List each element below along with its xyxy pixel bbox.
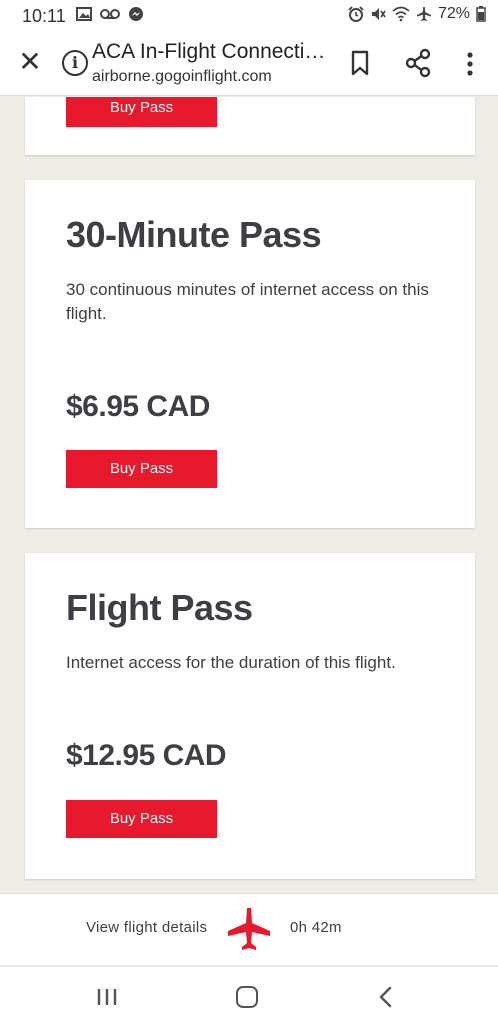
battery-percent: 72% bbox=[437, 5, 470, 22]
more-options-icon[interactable] bbox=[460, 50, 480, 78]
back-icon[interactable] bbox=[376, 985, 396, 1009]
system-navigation-bar bbox=[0, 966, 498, 1024]
pass-card-partial: Buy Pass bbox=[25, 97, 475, 155]
pass-price: $12.95 CAD bbox=[66, 739, 227, 772]
recent-apps-icon[interactable] bbox=[96, 987, 118, 1007]
voicemail-icon bbox=[100, 9, 120, 19]
pass-list[interactable]: Buy Pass 30-Minute Pass 30 continuous mi… bbox=[0, 97, 498, 893]
status-bar: 10:11 72% bbox=[0, 0, 498, 32]
alarm-icon bbox=[348, 6, 364, 22]
pass-price: $6.95 CAD bbox=[66, 390, 210, 423]
pass-description: Internet access for the duration of this… bbox=[66, 653, 396, 672]
flight-remaining-time: 0h 42m bbox=[290, 919, 342, 936]
bookmark-icon[interactable] bbox=[350, 50, 370, 76]
airplane-mode-icon bbox=[416, 7, 431, 21]
pass-title: Flight Pass bbox=[66, 587, 253, 628]
browser-toolbar: ✕ i ACA In-Flight Connecti… airborne.gog… bbox=[0, 32, 498, 96]
info-icon[interactable]: i bbox=[62, 50, 88, 76]
mute-icon bbox=[371, 8, 386, 20]
gallery-icon bbox=[76, 7, 92, 21]
system-icons: 72% bbox=[348, 5, 486, 23]
airplane-icon bbox=[228, 908, 270, 950]
pass-card-flight: Flight Pass Internet access for the dura… bbox=[25, 553, 475, 879]
pass-description: 30 continuous minutes of internet access… bbox=[66, 280, 429, 323]
buy-pass-button[interactable]: Buy Pass bbox=[66, 97, 217, 127]
battery-icon bbox=[476, 6, 486, 22]
page-title: ACA In-Flight Connecti… bbox=[92, 40, 326, 63]
page-url: airborne.gogoinflight.com bbox=[92, 68, 272, 85]
view-flight-details-link[interactable]: View flight details bbox=[86, 919, 207, 936]
messenger-icon bbox=[129, 7, 143, 21]
pass-card-30-minute: 30-Minute Pass 30 continuous minutes of … bbox=[25, 180, 475, 528]
wifi-icon bbox=[392, 6, 410, 22]
buy-pass-button[interactable]: Buy Pass bbox=[66, 450, 217, 488]
flight-details-bar[interactable]: View flight details 0h 42m bbox=[0, 893, 498, 965]
buy-pass-button[interactable]: Buy Pass bbox=[66, 800, 217, 838]
share-icon[interactable] bbox=[404, 48, 432, 78]
notification-icons bbox=[76, 6, 144, 22]
close-icon[interactable]: ✕ bbox=[16, 48, 44, 76]
home-icon[interactable] bbox=[236, 986, 258, 1008]
pass-title: 30-Minute Pass bbox=[66, 214, 322, 255]
status-time: 10:11 bbox=[22, 6, 66, 26]
